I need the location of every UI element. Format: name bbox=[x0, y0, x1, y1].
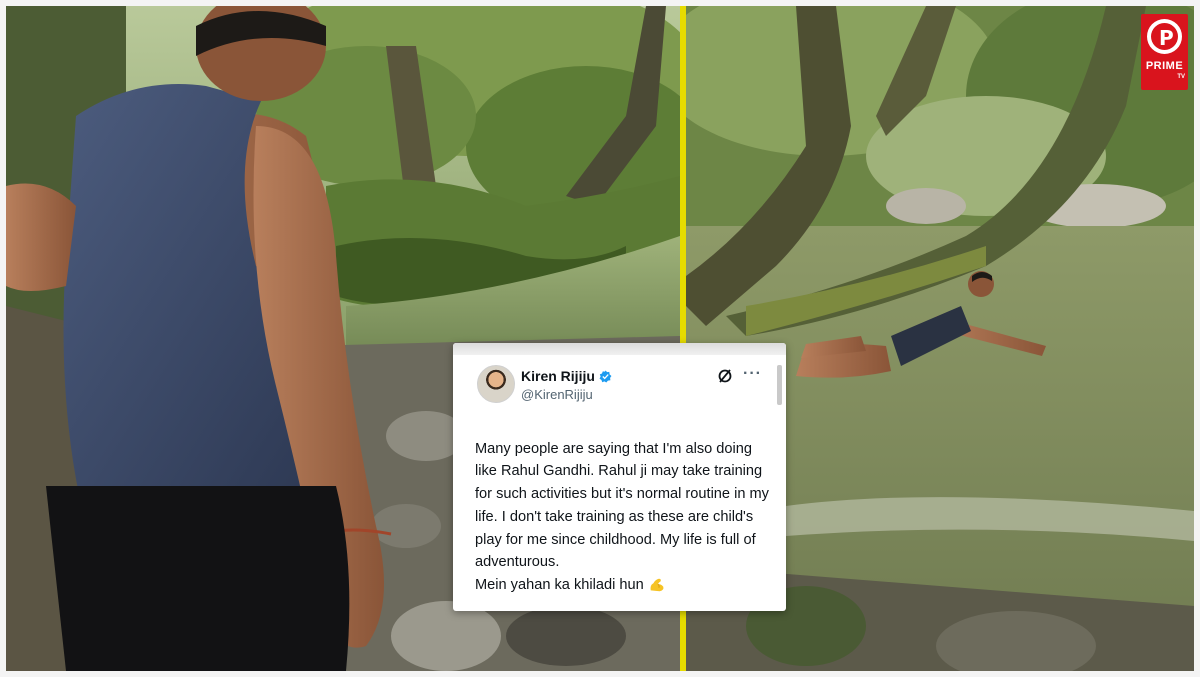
tweet-text: Many people are saying that I'm also doi… bbox=[475, 415, 775, 611]
tweet-last-line: Mein yahan ka khiladi hun bbox=[475, 574, 775, 597]
avatar[interactable] bbox=[477, 365, 515, 403]
logo-brand: PRIME bbox=[1145, 60, 1184, 72]
grok-icon[interactable] bbox=[717, 368, 733, 384]
logo-p-icon: P bbox=[1159, 26, 1174, 50]
prime-tv-logo: P PRIME TV bbox=[1141, 14, 1188, 90]
tweet-last-line-text: Mein yahan ka khiladi hun bbox=[475, 576, 644, 593]
author-row: Kiren Rijiju bbox=[521, 368, 612, 384]
logo-badge: P bbox=[1147, 19, 1182, 54]
collage-frame: Kiren Rijiju @KirenRijiju ··· Many peopl… bbox=[0, 0, 1200, 677]
tweet-card: Kiren Rijiju @KirenRijiju ··· Many peopl… bbox=[453, 343, 786, 611]
tweet-body-text: Many people are saying that I'm also doi… bbox=[475, 440, 769, 571]
scrollbar-thumb[interactable] bbox=[777, 365, 782, 405]
logo-sub: TV bbox=[1177, 74, 1185, 80]
author-name[interactable]: Kiren Rijiju bbox=[521, 368, 595, 384]
author-handle[interactable]: @KirenRijiju bbox=[521, 387, 593, 402]
verified-badge-icon bbox=[599, 370, 612, 382]
tweet-cropped-header bbox=[453, 343, 786, 355]
flexed-biceps-icon bbox=[650, 578, 664, 592]
more-options-icon[interactable]: ··· bbox=[743, 365, 762, 383]
